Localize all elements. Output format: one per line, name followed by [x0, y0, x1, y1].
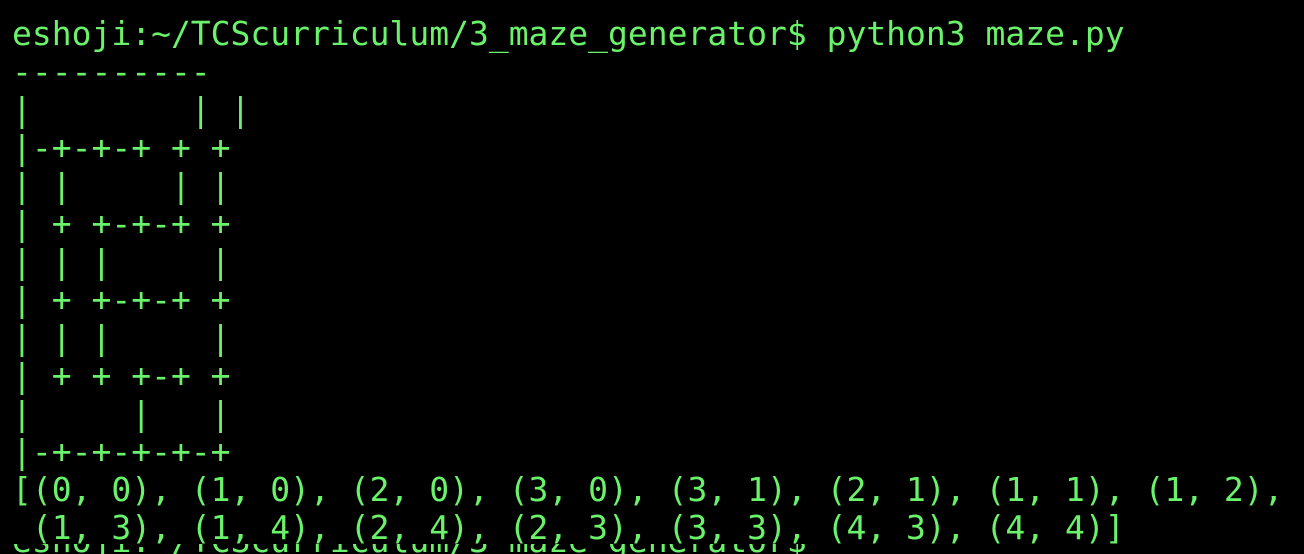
- command-line: eshoji:~/TCScurriculum/3_maze_generator$…: [12, 14, 1125, 53]
- maze-line: | | |: [12, 394, 231, 433]
- maze-line: | + +-+-+ +: [12, 204, 231, 243]
- maze-line: | + + +-+ +: [12, 356, 231, 395]
- maze-line: | + +-+-+ +: [12, 280, 231, 319]
- next-prompt-text: eshoji:~/TCScurriculum/3_maze_generator$: [12, 544, 807, 554]
- maze-line: |-+-+-+ + +: [12, 128, 231, 167]
- maze-line: | | |: [12, 90, 251, 129]
- maze-line: | | | |: [12, 318, 231, 357]
- path-output-line: (1, 3), (1, 4), (2, 4), (2, 3), (3, 3), …: [12, 508, 1125, 547]
- maze-line: | | | |: [12, 166, 231, 205]
- window-top-edge: [0, 0, 1304, 8]
- maze-line: |-+-+-+-+-+: [12, 432, 231, 471]
- maze-line: | | | |: [12, 242, 231, 281]
- next-prompt-clipped: eshoji:~/TCScurriculum/3_maze_generator$: [12, 544, 1012, 554]
- terminal-window[interactable]: eshoji:~/TCScurriculum/3_maze_generator$…: [0, 0, 1304, 554]
- path-output-line: [(0, 0), (1, 0), (2, 0), (3, 0), (3, 1),…: [12, 470, 1284, 509]
- maze-line: ----------: [12, 52, 211, 91]
